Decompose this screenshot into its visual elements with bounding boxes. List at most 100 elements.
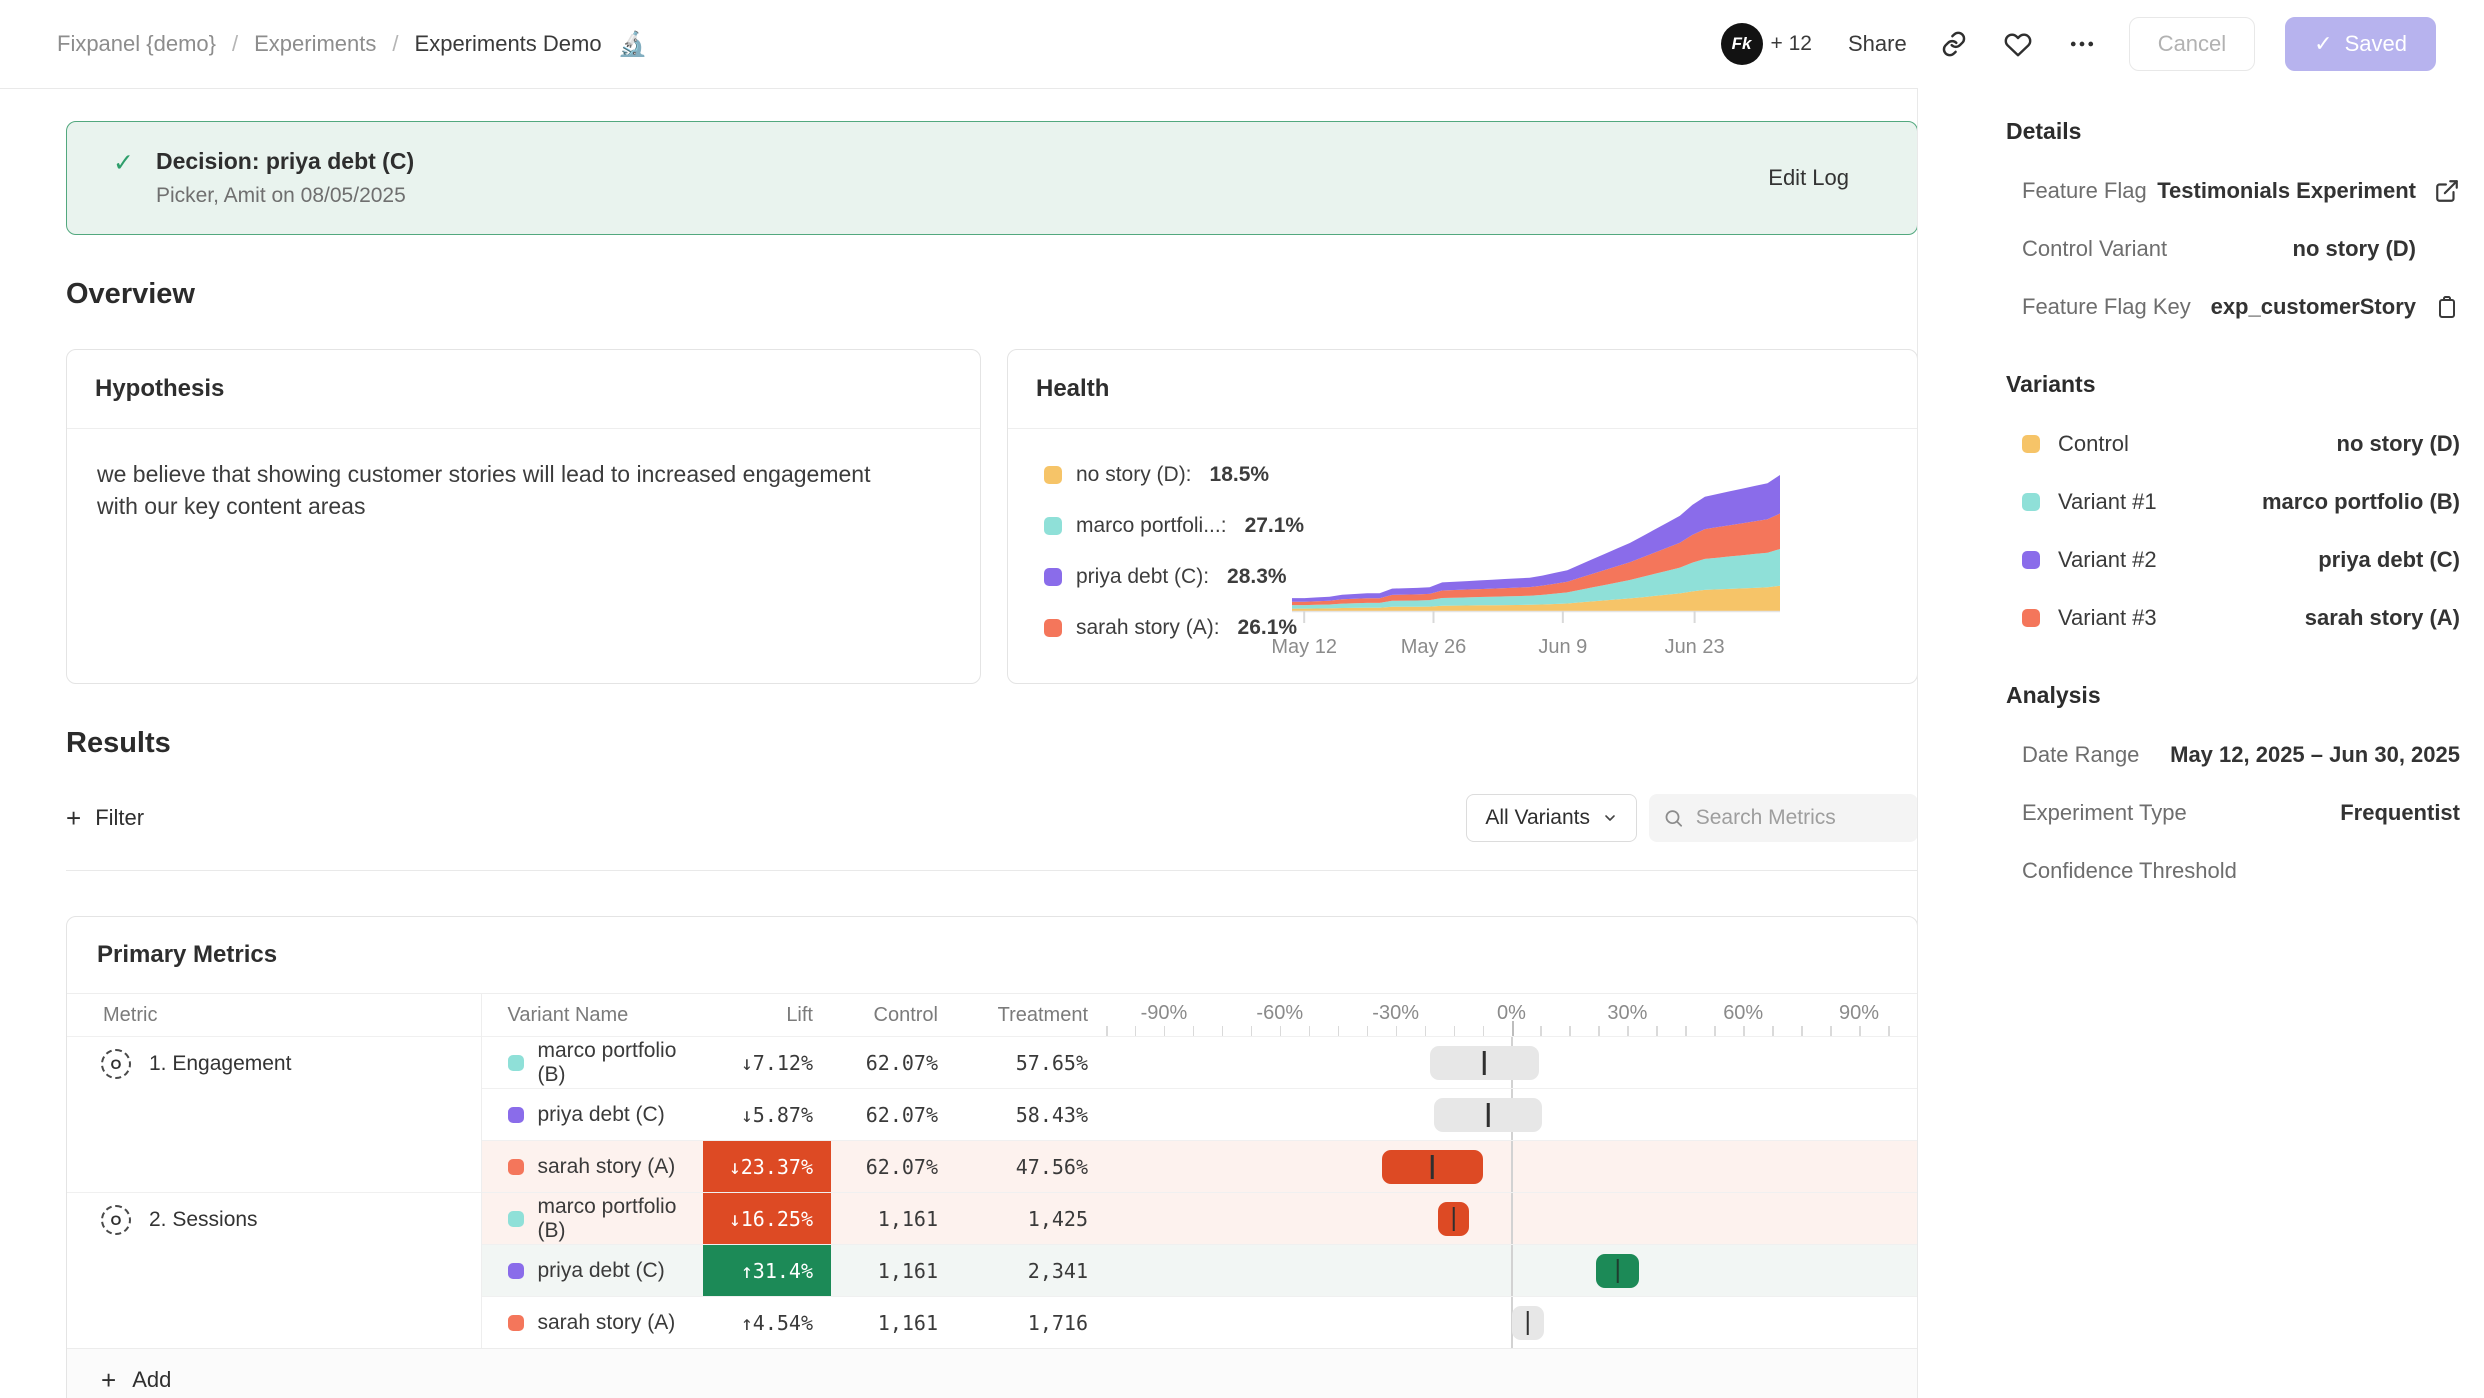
variant-name: sarah story (A)	[538, 1155, 676, 1179]
collaborators[interactable]: Fk + 12	[1721, 23, 1812, 65]
decision-title: Decision: priya debt (C)	[156, 148, 414, 175]
variant-name: priya debt (C)	[538, 1259, 665, 1283]
lift-value: ↑31.4%	[703, 1245, 831, 1296]
feature-flag-key-row: Feature Flag Key exp_customerStory	[2006, 293, 2460, 321]
legend-value: 28.3%	[1227, 565, 1287, 589]
filter-label: Filter	[95, 805, 144, 831]
favorite-heart-icon[interactable]	[2001, 27, 2035, 61]
variants-dropdown[interactable]: All Variants	[1466, 794, 1637, 842]
variants-heading: Variants	[2006, 371, 2460, 398]
row-value: sarah story (A)	[2305, 605, 2460, 631]
cancel-button[interactable]: Cancel	[2129, 17, 2255, 71]
hypothesis-body: we believe that showing customer stories…	[67, 429, 947, 552]
variant-swatch	[2022, 493, 2040, 511]
row-value: priya debt (C)	[2318, 547, 2460, 573]
treatment-value: 57.65%	[956, 1037, 1106, 1089]
lift-value: ↓23.37%	[703, 1141, 831, 1192]
metric-target-icon: O	[101, 1205, 131, 1235]
legend-value: 18.5%	[1210, 463, 1270, 487]
add-filter-button[interactable]: + Filter	[66, 805, 144, 831]
variant-name: marco portfolio (B)	[538, 1195, 692, 1243]
col-treatment: Treatment	[956, 994, 1106, 1037]
microscope-emoji-icon: 🔬	[618, 30, 648, 59]
col-variant-name: Variant Name	[481, 994, 691, 1037]
variant-row: Variant #3 sarah story (A)	[2006, 604, 2460, 632]
variant-color-dot	[508, 1315, 524, 1331]
row-label: Confidence Threshold	[2006, 858, 2237, 884]
hypothesis-title: Hypothesis	[67, 350, 980, 429]
row-value: May 12, 2025 – Jun 30, 2025	[2170, 742, 2460, 768]
table-header-row: Metric Variant Name Lift Control Treatme…	[67, 994, 1917, 1037]
search-metrics-input[interactable]	[1696, 806, 1904, 830]
row-value: no story (D)	[2293, 236, 2416, 262]
copy-clipboard-icon[interactable]	[2434, 295, 2460, 319]
primary-metrics-card: Primary Metrics Metric Variant Name Lift…	[66, 916, 1918, 1398]
more-options-icon[interactable]	[2065, 27, 2099, 61]
external-link-icon[interactable]	[2434, 178, 2460, 204]
legend-label: sarah story (A):	[1076, 616, 1220, 640]
breadcrumb-current: Experiments Demo	[415, 31, 602, 57]
legend-label: priya debt (C):	[1076, 565, 1209, 589]
confidence-interval-bar	[1596, 1254, 1638, 1288]
variant-name: marco portfolio (B)	[538, 1039, 692, 1087]
control-value: 1,161	[831, 1297, 956, 1349]
row-label: Control	[2058, 431, 2129, 457]
health-chart-x-axis: May 12May 26Jun 9Jun 23	[1292, 634, 1780, 664]
legend-swatch	[1044, 466, 1062, 484]
col-lift: Lift	[691, 994, 831, 1037]
plus-icon: +	[101, 1367, 116, 1393]
health-title: Health	[1008, 350, 1917, 429]
legend-swatch	[1044, 517, 1062, 535]
variant-color-dot	[508, 1263, 524, 1279]
legend-swatch	[1044, 568, 1062, 586]
confidence-interval-bar	[1430, 1046, 1538, 1080]
add-metric-button[interactable]: + Add	[67, 1348, 1917, 1398]
variant-name: priya debt (C)	[538, 1103, 665, 1127]
edit-log-button[interactable]: Edit Log	[1768, 165, 1871, 191]
decision-banner: ✓ Decision: priya debt (C) Picker, Amit …	[66, 121, 1918, 235]
add-label: Add	[132, 1367, 171, 1393]
confidence-interval-bar	[1512, 1306, 1545, 1340]
check-icon: ✓	[2314, 31, 2332, 57]
link-icon[interactable]	[1937, 27, 1971, 61]
treatment-value: 2,341	[956, 1245, 1106, 1297]
saved-button[interactable]: ✓ Saved	[2285, 17, 2436, 71]
breadcrumb-separator: /	[392, 31, 398, 57]
analysis-section: Analysis Date Range May 12, 2025 – Jun 3…	[2006, 682, 2460, 885]
date-range-row: Date Range May 12, 2025 – Jun 30, 2025	[2006, 741, 2460, 769]
overview-heading: Overview	[66, 278, 1918, 311]
col-metric: Metric	[67, 994, 481, 1037]
variant-row: Control no story (D)	[2006, 430, 2460, 458]
confidence-interval-cell	[1106, 1245, 1917, 1297]
variant-swatch	[2022, 435, 2040, 453]
health-area-chart: May 12May 26Jun 9Jun 23	[1292, 453, 1780, 664]
analysis-heading: Analysis	[2006, 682, 2460, 709]
lift-value: ↑4.54%	[703, 1297, 831, 1348]
metric-name: 2. Sessions	[149, 1208, 258, 1232]
avatar[interactable]: Fk	[1721, 23, 1763, 65]
saved-label: Saved	[2345, 31, 2407, 57]
share-button[interactable]: Share	[1848, 31, 1907, 57]
divider	[66, 870, 1918, 871]
search-icon	[1663, 806, 1684, 830]
confidence-interval-bar	[1382, 1150, 1482, 1184]
breadcrumb-experiments[interactable]: Experiments	[254, 31, 376, 57]
table-row: O 2. Sessions marco portfolio (B) ↓16.25…	[67, 1193, 1917, 1245]
confidence-interval-bar	[1438, 1202, 1469, 1236]
experiment-type-row: Experiment Type Frequentist	[2006, 799, 2460, 827]
control-value: 62.07%	[831, 1141, 956, 1193]
variants-dropdown-label: All Variants	[1485, 806, 1590, 830]
details-heading: Details	[2006, 118, 2460, 145]
variant-name: sarah story (A)	[538, 1311, 676, 1335]
feature-flag-link[interactable]: Testimonials Experiment	[2157, 178, 2416, 204]
variant-swatch	[2022, 609, 2040, 627]
variant-swatch	[2022, 551, 2040, 569]
variant-row: Variant #1 marco portfolio (B)	[2006, 488, 2460, 516]
breadcrumb-project[interactable]: Fixpanel {demo}	[57, 31, 216, 57]
variants-section: Variants Control no story (D) Variant #1…	[2006, 371, 2460, 632]
variant-color-dot	[508, 1055, 524, 1071]
variant-row: Variant #2 priya debt (C)	[2006, 546, 2460, 574]
treatment-value: 1,716	[956, 1297, 1106, 1349]
breadcrumb-separator: /	[232, 31, 238, 57]
legend-item: sarah story (A): 26.1%	[1044, 616, 1304, 640]
